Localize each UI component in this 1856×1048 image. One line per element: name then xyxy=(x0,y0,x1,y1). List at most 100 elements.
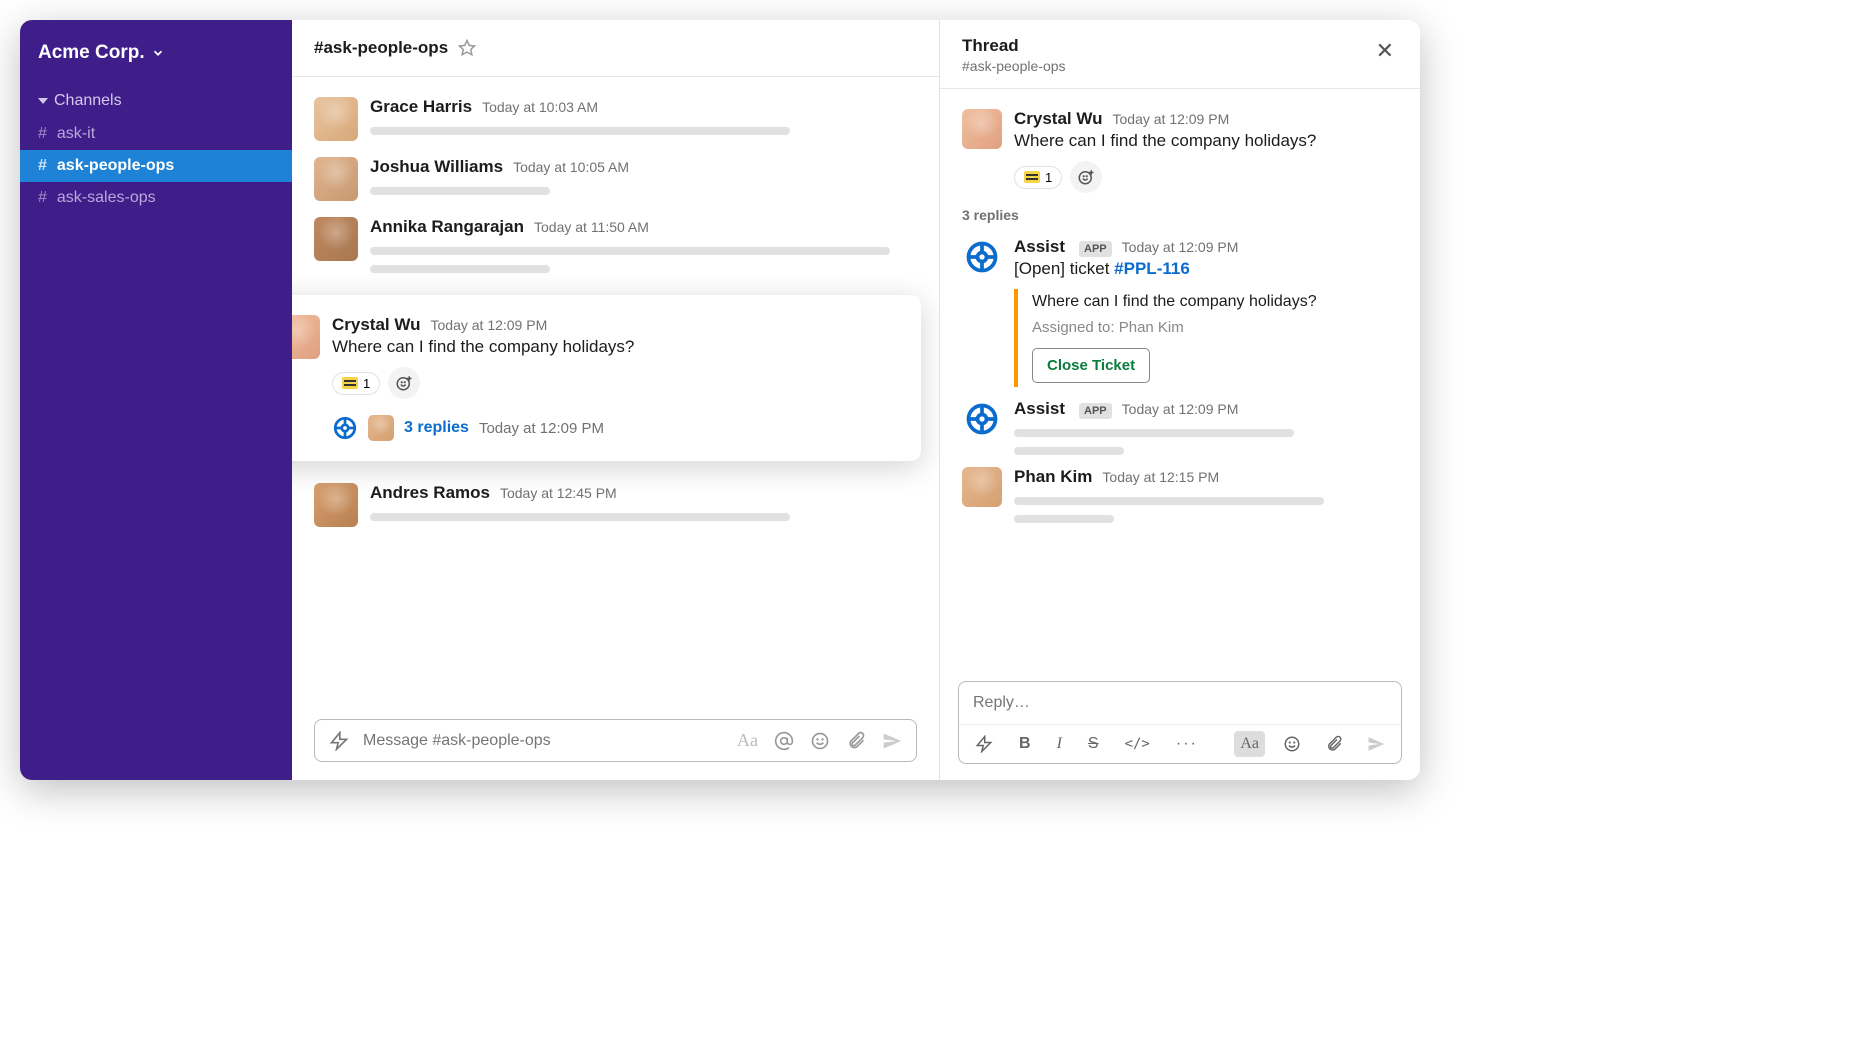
star-icon[interactable] xyxy=(458,39,476,57)
close-ticket-button[interactable]: Close Ticket xyxy=(1032,348,1150,383)
sidebar: Acme Corp. Channels # ask-it # ask-peopl… xyxy=(20,20,292,780)
channel-name: ask-people-ops xyxy=(57,157,174,175)
message-list: Grace Harris Today at 10:03 AM Joshua Wi… xyxy=(292,77,939,709)
thread-reply[interactable]: Phan Kim Today at 12:15 PM xyxy=(940,461,1420,529)
message-time: Today at 12:09 PM xyxy=(1122,401,1239,417)
message-author: Joshua Williams xyxy=(370,157,503,177)
reactions-row: 1 xyxy=(332,367,897,399)
channel-name: ask-it xyxy=(57,125,95,143)
message-text: Where can I find the company holidays? xyxy=(1014,131,1398,151)
ticket-quote-block: Where can I find the company holidays? A… xyxy=(1014,289,1398,387)
hash-icon: # xyxy=(38,157,47,175)
composer-input[interactable] xyxy=(363,732,723,750)
formatting-icon[interactable]: Aa xyxy=(737,730,758,751)
shortcuts-icon[interactable] xyxy=(329,731,349,751)
avatar[interactable] xyxy=(314,217,358,261)
send-icon[interactable] xyxy=(1361,731,1391,757)
workspace-name: Acme Corp. xyxy=(38,42,145,64)
close-icon[interactable]: ✕ xyxy=(1372,36,1398,66)
code-button[interactable]: </> xyxy=(1119,732,1156,756)
avatar[interactable] xyxy=(962,467,1002,507)
ticket-link[interactable]: #PPL-116 xyxy=(1114,259,1190,278)
thread-reply[interactable]: Assist APP Today at 12:09 PM xyxy=(940,393,1420,461)
avatar[interactable] xyxy=(962,109,1002,149)
message-author: Crystal Wu xyxy=(1014,109,1103,129)
channel-header: #ask-people-ops xyxy=(292,20,939,77)
add-reaction-button[interactable] xyxy=(1070,161,1102,193)
avatar[interactable] xyxy=(292,315,320,359)
message[interactable]: Annika Rangarajan Today at 11:50 AM xyxy=(292,209,939,281)
workspace-switcher[interactable]: Acme Corp. xyxy=(20,28,292,78)
message-author: Assist xyxy=(1014,237,1065,257)
chevron-down-icon xyxy=(151,46,165,60)
message-placeholder xyxy=(1014,515,1114,523)
ticket-prefix: [Open] ticket xyxy=(1014,259,1114,278)
message-body: Joshua Williams Today at 10:05 AM xyxy=(370,157,917,201)
send-icon[interactable] xyxy=(882,731,902,751)
message-text: Where can I find the company holidays? xyxy=(332,337,897,357)
message-time: Today at 12:45 PM xyxy=(500,485,617,501)
bold-button[interactable]: B xyxy=(1013,731,1037,757)
message-time: Today at 12:09 PM xyxy=(1113,111,1230,127)
avatar[interactable] xyxy=(314,97,358,141)
attach-icon[interactable] xyxy=(1319,731,1349,757)
message-body: Andres Ramos Today at 12:45 PM xyxy=(370,483,917,527)
assist-app-icon xyxy=(962,237,1002,277)
message[interactable]: Grace Harris Today at 10:03 AM xyxy=(292,89,939,149)
thread-root-message[interactable]: Crystal Wu Today at 12:09 PM Where can I… xyxy=(940,103,1420,199)
thread-messages: Crystal Wu Today at 12:09 PM Where can I… xyxy=(940,89,1420,671)
message-author: Grace Harris xyxy=(370,97,472,117)
emoji-icon[interactable] xyxy=(810,731,830,751)
ticket-emoji-icon xyxy=(342,377,358,389)
assist-app-icon xyxy=(332,415,358,441)
replies-link[interactable]: 3 replies xyxy=(404,419,469,437)
message[interactable]: Andres Ramos Today at 12:45 PM xyxy=(292,475,939,535)
highlighted-message-card: Crystal Wu Today at 12:09 PM Where can I… xyxy=(292,295,921,461)
ticket-emoji-icon xyxy=(1024,171,1040,183)
strike-button[interactable]: S xyxy=(1082,731,1105,757)
smile-plus-icon xyxy=(1077,168,1095,186)
message-placeholder xyxy=(1014,429,1294,437)
reaction-ticket[interactable]: 1 xyxy=(1014,166,1062,189)
avatar[interactable] xyxy=(314,157,358,201)
shortcuts-icon[interactable] xyxy=(969,731,999,757)
reaction-ticket[interactable]: 1 xyxy=(332,372,380,395)
mention-icon[interactable] xyxy=(774,731,794,751)
message-placeholder xyxy=(370,127,790,135)
thread-summary[interactable]: 3 replies Today at 12:09 PM xyxy=(332,415,897,441)
attach-icon[interactable] xyxy=(846,731,866,751)
message-body: Crystal Wu Today at 12:09 PM Where can I… xyxy=(332,315,897,441)
quote-text: Where can I find the company holidays? xyxy=(1032,293,1398,311)
message-placeholder xyxy=(1014,497,1324,505)
sidebar-channel-ask-it[interactable]: # ask-it xyxy=(20,118,292,150)
reply-input[interactable] xyxy=(973,694,1387,712)
message-author: Phan Kim xyxy=(1014,467,1092,487)
message[interactable]: Joshua Williams Today at 10:05 AM xyxy=(292,149,939,209)
message[interactable]: Crystal Wu Today at 12:09 PM Where can I… xyxy=(292,315,897,441)
message-time: Today at 12:09 PM xyxy=(1122,239,1239,255)
formatting-toggle-icon[interactable]: Aa xyxy=(1234,731,1265,757)
more-formatting-button[interactable]: ··· xyxy=(1170,731,1204,757)
sidebar-channel-ask-sales-ops[interactable]: # ask-sales-ops xyxy=(20,182,292,214)
channels-section-header[interactable]: Channels xyxy=(20,78,292,118)
message-body: Grace Harris Today at 10:03 AM xyxy=(370,97,917,141)
hash-icon: # xyxy=(38,189,47,207)
thread-reply[interactable]: Assist APP Today at 12:09 PM [Open] tick… xyxy=(940,231,1420,393)
italic-button[interactable]: I xyxy=(1051,731,1068,757)
sidebar-channel-ask-people-ops[interactable]: # ask-people-ops xyxy=(20,150,292,182)
add-reaction-button[interactable] xyxy=(388,367,420,399)
message-time: Today at 12:15 PM xyxy=(1102,469,1219,485)
channel-title: #ask-people-ops xyxy=(314,38,448,58)
thread-composer[interactable]: B I S </> ··· Aa xyxy=(958,681,1402,764)
replies-count-divider: 3 replies xyxy=(940,199,1420,231)
reply-avatar xyxy=(368,415,394,441)
emoji-icon[interactable] xyxy=(1277,731,1307,757)
slack-app: Acme Corp. Channels # ask-it # ask-peopl… xyxy=(20,20,1420,780)
message-placeholder xyxy=(370,247,890,255)
avatar[interactable] xyxy=(314,483,358,527)
message-composer[interactable]: Aa xyxy=(314,719,917,762)
message-placeholder xyxy=(370,187,550,195)
message-author: Andres Ramos xyxy=(370,483,490,503)
message-body: Annika Rangarajan Today at 11:50 AM xyxy=(370,217,917,273)
thread-header: Thread #ask-people-ops ✕ xyxy=(940,20,1420,89)
